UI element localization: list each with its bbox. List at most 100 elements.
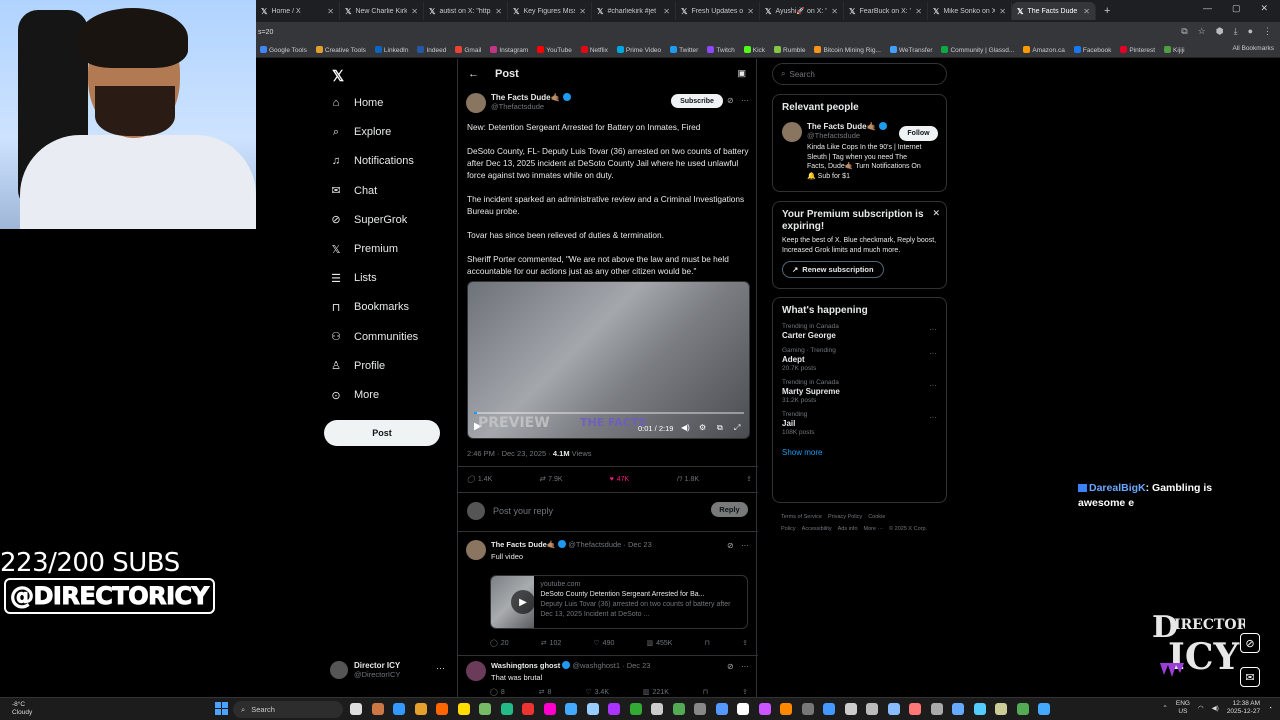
reply-action[interactable]: ◯ 8 — [490, 688, 505, 697]
taskbar-app-icon[interactable] — [479, 703, 491, 715]
subscribe-button[interactable]: Subscribe — [671, 94, 723, 108]
bookmark-item[interactable]: Rumble — [774, 45, 805, 54]
taskbar-app-icon[interactable] — [565, 703, 577, 715]
bookmark-item[interactable]: WeTransfer — [889, 45, 932, 54]
avatar[interactable] — [466, 93, 486, 113]
new-tab-icon[interactable]: + — [1104, 5, 1110, 17]
repost-action[interactable]: ⇄ 102 — [541, 639, 562, 648]
taskbar-app-icon[interactable] — [737, 703, 749, 715]
address-bar[interactable]: s=20 ⧉ ☆ ⬢ ⤓ ● ⋮ — [256, 22, 1280, 42]
windows-start-icon[interactable] — [215, 702, 228, 715]
tab-close-icon[interactable]: ✕ — [411, 7, 418, 16]
taskbar-app-icon[interactable] — [350, 703, 362, 715]
taskbar-app-icon[interactable] — [414, 703, 427, 715]
video-player[interactable]: ▶ PREVIEW THE FACTS 0:01 / 2:19 ◀) ⚙ ⧉ ⤢ — [467, 281, 750, 439]
tab-close-icon[interactable]: ✕ — [999, 7, 1006, 16]
grok-icon[interactable]: ⊘ — [1240, 633, 1260, 653]
language-indicator[interactable]: ENG US — [1176, 700, 1190, 716]
footer-link[interactable]: Privacy Policy — [828, 514, 862, 520]
tab-close-icon[interactable]: ✕ — [327, 7, 334, 16]
maximize-icon[interactable]: ▢ — [1232, 3, 1241, 14]
bookmark-item[interactable]: Facebook — [1073, 45, 1111, 54]
footer-link[interactable]: © 2025 X Corp. — [889, 526, 927, 532]
taskbar-app-icon[interactable] — [629, 703, 642, 715]
back-arrow-icon[interactable]: ← — [468, 68, 479, 80]
avatar[interactable] — [782, 122, 802, 142]
repost-action[interactable]: ⇄ 7.9K — [539, 475, 562, 484]
nav-item-notifications[interactable]: ♫ Notifications — [330, 155, 414, 167]
fullscreen-icon[interactable]: ⤢ — [734, 423, 740, 433]
reply-author-name[interactable]: The Facts Dude🤙🏽 — [491, 540, 556, 549]
views-action[interactable]: ▥ 221K — [643, 688, 669, 697]
taskbar-app-icon[interactable] — [930, 703, 943, 715]
avatar[interactable] — [466, 540, 486, 560]
taskbar-app-icon[interactable] — [823, 703, 835, 715]
close-icon[interactable]: ✕ — [932, 208, 940, 219]
link-card[interactable]: ▶ youtube.com DeSoto County Detention Se… — [490, 575, 748, 629]
more-icon[interactable]: ··· — [929, 413, 937, 422]
bookmark-icon[interactable]: ⊓ — [703, 688, 708, 696]
chevron-up-icon[interactable]: ⌃ — [1162, 704, 1167, 712]
taskbar-app-icon[interactable] — [457, 703, 470, 715]
bookmark-item[interactable]: Amazon.ca — [1023, 45, 1065, 54]
taskbar-app-icon[interactable] — [758, 703, 771, 715]
author-handle[interactable]: @Thefactsdude — [491, 102, 571, 111]
more-icon[interactable]: ··· — [741, 662, 749, 671]
bookmark-item[interactable]: Google Tools — [260, 45, 307, 54]
notification-bell-icon[interactable]: ◔ — [1268, 705, 1272, 712]
taskbar-app-icon[interactable] — [586, 703, 599, 715]
minimize-icon[interactable]: — — [1203, 3, 1212, 14]
bookmark-item[interactable]: LinkedIn — [374, 45, 408, 54]
system-clock[interactable]: 12:38 AM 2025-12-27 — [1227, 700, 1260, 716]
browser-tab[interactable]: 𝕏Fresh Updates on X✕ — [676, 2, 760, 20]
settings-icon[interactable]: ⚙ — [699, 423, 706, 432]
bookmark-action[interactable]: ⊓ 1.8K — [676, 475, 699, 484]
bookmark-item[interactable]: Kijiji — [1164, 45, 1185, 54]
taskbar-app-icon[interactable] — [995, 703, 1007, 715]
trend-item[interactable]: Trending Jail 108K posts ··· — [782, 411, 937, 436]
wifi-icon[interactable]: ◠ — [1198, 704, 1204, 712]
nav-item-lists[interactable]: ☰ Lists — [330, 272, 377, 285]
grok-icon[interactable]: ⊘ — [727, 96, 734, 105]
taskbar-app-icon[interactable] — [909, 703, 921, 715]
taskbar-app-icon[interactable] — [844, 703, 857, 715]
bookmark-item[interactable]: Twitch — [707, 45, 735, 54]
tab-close-icon[interactable]: ✕ — [831, 7, 838, 16]
bookmark-item[interactable]: Indeed — [417, 45, 446, 54]
share-icon[interactable]: ⇪ — [742, 688, 748, 696]
bookmark-item[interactable]: Netflix — [580, 45, 608, 54]
profile-avatar-icon[interactable]: ● — [1248, 26, 1253, 37]
taskbar-app-icon[interactable] — [672, 703, 685, 715]
taskbar-app-icon[interactable] — [608, 703, 620, 715]
reply-action[interactable]: ◯ 1.4K — [467, 475, 492, 484]
bookmark-item[interactable]: Creative Tools — [315, 45, 366, 54]
cast-icon[interactable]: ⧉ — [1181, 26, 1187, 37]
bookmark-icon[interactable]: ⊓ — [705, 639, 710, 647]
reply-action[interactable]: ◯ 20 — [490, 639, 509, 648]
follow-button[interactable]: Follow — [899, 126, 938, 141]
nav-item-chat[interactable]: ✉ Chat — [330, 185, 377, 198]
bookmark-item[interactable]: Community | Glassd... — [941, 45, 1014, 54]
tab-close-icon[interactable]: ✕ — [915, 7, 922, 16]
tab-close-icon[interactable]: ✕ — [663, 7, 670, 16]
browser-tab[interactable]: 𝕏New Charlie Kirk sh✕ — [340, 2, 424, 20]
post-author[interactable]: The Facts Dude🤙🏽 @Thefactsdude — [466, 93, 571, 113]
taskbar-search[interactable]: ⌕ Search — [233, 701, 343, 718]
bookmark-item[interactable]: Prime Video — [616, 45, 661, 54]
person-name[interactable]: The Facts Dude🤙🏽 — [807, 122, 877, 131]
browser-menu-icon[interactable]: ⋮ — [1263, 26, 1272, 37]
taskbar-app-icon[interactable] — [801, 703, 814, 715]
weather-widget[interactable]: -8°C Cloudy — [12, 701, 32, 717]
share-icon[interactable]: ⇪ — [742, 639, 748, 647]
taskbar-app-icon[interactable] — [866, 703, 878, 715]
nav-item-bookmarks[interactable]: ⊓ Bookmarks — [330, 301, 409, 314]
nav-item-supergrok[interactable]: ⊘ SuperGrok — [330, 214, 407, 227]
taskbar-app-icon[interactable] — [543, 703, 556, 715]
like-action[interactable]: ♡ 3.4K — [585, 688, 609, 697]
author-name[interactable]: The Facts Dude🤙🏽 — [491, 93, 561, 102]
more-icon[interactable]: ··· — [741, 541, 749, 550]
bookmark-item[interactable]: YouTube — [537, 45, 572, 54]
browser-tab[interactable]: 𝕏 #charliekirk #jet ✕ — [592, 2, 676, 20]
trend-item[interactable]: Trending in Canada Carter George ··· — [782, 323, 937, 340]
extensions-icon[interactable]: ⬢ — [1216, 26, 1224, 37]
